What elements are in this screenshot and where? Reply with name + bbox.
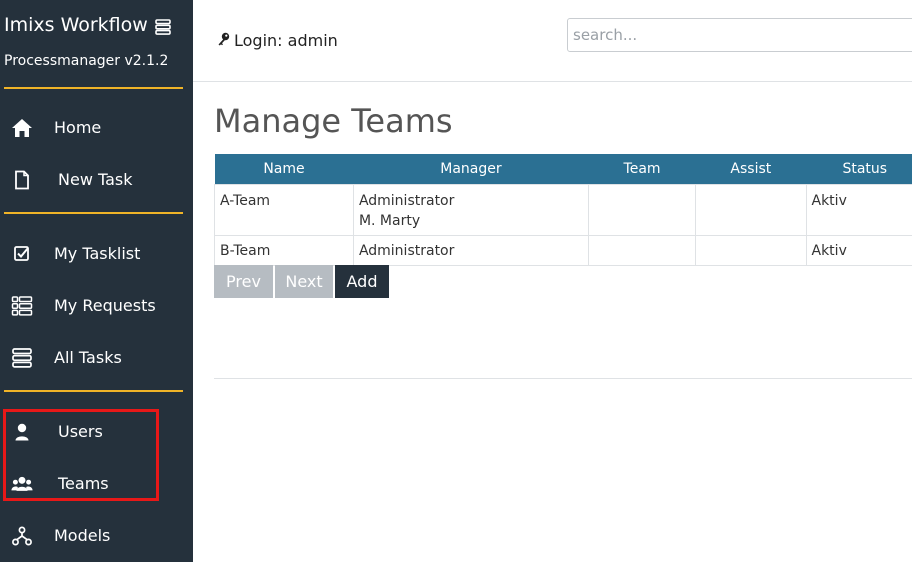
page-title: Manage Teams: [214, 102, 453, 140]
sidebar-item-my-tasklist[interactable]: My Tasklist: [0, 234, 193, 274]
sidebar-item-label: New Task: [58, 170, 133, 189]
brand-title[interactable]: Imixs Workflow: [4, 14, 148, 36]
key-icon: [217, 31, 234, 50]
sidebar-item-models[interactable]: Models: [0, 516, 193, 556]
column-header-status[interactable]: Status: [806, 154, 912, 184]
cell-manager: Administrator: [352, 234, 589, 266]
content-divider: [214, 378, 912, 379]
column-header-name[interactable]: Name: [214, 154, 354, 184]
sidebar-item-new-task[interactable]: New Task: [0, 160, 193, 200]
search-input[interactable]: [567, 18, 912, 52]
sidebar-item-label: My Tasklist: [54, 244, 141, 263]
app-root: Imixs Workflow Processmanager v2.1.2 Hom…: [0, 0, 912, 562]
list-icon: [11, 296, 33, 316]
menu-toggle-icon[interactable]: [155, 19, 171, 35]
sidebar-separator: [4, 390, 183, 392]
sidebar-item-all-tasks[interactable]: All Tasks: [0, 338, 193, 378]
sidebar-item-label: Home: [54, 118, 102, 137]
manager-entry: Administrator: [358, 242, 455, 259]
sidebar-item-my-requests[interactable]: My Requests: [0, 286, 193, 326]
cell-name[interactable]: A-Team: [214, 183, 354, 236]
sidebar-separator: [4, 212, 183, 214]
cell-team: [587, 234, 697, 266]
stack-icon: [11, 348, 33, 368]
manager-entry: M. Marty: [358, 212, 421, 229]
check-square-icon: [11, 244, 33, 264]
table-row[interactable]: A-Team Administrator M. Marty Aktiv: [214, 183, 912, 236]
login-info[interactable]: Login: admin: [217, 31, 338, 50]
login-text: Login: admin: [234, 31, 338, 50]
sidebar-item-label: Models: [54, 526, 111, 545]
table-row[interactable]: B-Team Administrator Aktiv: [214, 234, 912, 266]
column-header-assist[interactable]: Assist: [695, 154, 806, 184]
cell-status: Aktiv: [805, 183, 912, 236]
cell-manager: Administrator M. Marty: [352, 183, 589, 236]
cell-status: Aktiv: [805, 234, 912, 266]
sidebar-separator: [4, 87, 183, 89]
add-button[interactable]: Add: [335, 265, 389, 298]
sidebar: Imixs Workflow Processmanager v2.1.2 Hom…: [0, 0, 193, 562]
cell-name[interactable]: B-Team: [214, 234, 354, 266]
sidebar-item-home[interactable]: Home: [0, 108, 193, 148]
manager-entry: Administrator: [358, 192, 455, 209]
cell-assist: [695, 183, 807, 236]
app-version: Processmanager v2.1.2: [4, 53, 169, 69]
table-header-row: Name Manager Team Assist Status: [214, 154, 912, 184]
sidebar-item-label: All Tasks: [54, 348, 122, 367]
next-button[interactable]: Next: [275, 265, 333, 298]
teams-table: Name Manager Team Assist Status A-Team A…: [214, 154, 912, 266]
highlight-box: [3, 409, 159, 501]
home-icon: [11, 118, 33, 138]
prev-button[interactable]: Prev: [214, 265, 273, 298]
sitemap-icon: [11, 526, 33, 546]
file-icon: [11, 170, 33, 190]
top-bar: Login: admin: [193, 0, 912, 82]
cell-assist: [695, 234, 807, 266]
column-header-manager[interactable]: Manager: [353, 154, 589, 184]
cell-team: [587, 183, 697, 236]
sidebar-item-label: My Requests: [54, 296, 156, 315]
column-header-team[interactable]: Team: [588, 154, 696, 184]
